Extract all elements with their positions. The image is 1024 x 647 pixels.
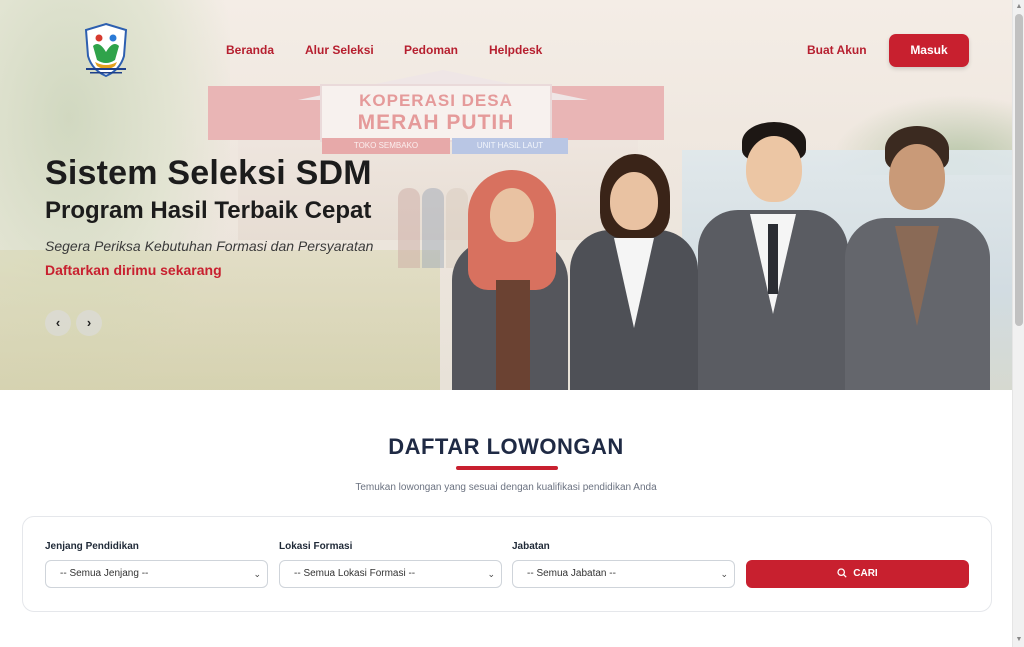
nav-helpdesk[interactable]: Helpdesk: [489, 43, 542, 57]
hero-title: Sistem Seleksi SDM: [45, 154, 372, 192]
carousel-prev-button[interactable]: ‹: [45, 310, 71, 336]
location-select[interactable]: -- Semua Lokasi Formasi -- ⌄: [279, 560, 502, 588]
position-label: Jabatan: [512, 541, 550, 552]
hero-banner: KOPERASI DESA MERAH PUTIH TOKO SEMBAKO U…: [0, 0, 1012, 390]
store-sub-sign-1: TOKO SEMBAKO: [322, 138, 450, 154]
chevron-right-icon: ›: [86, 315, 92, 330]
store-sign-line1: KOPERASI DESA: [359, 91, 513, 110]
main-nav: Beranda Alur Seleksi Pedoman Helpdesk Bu…: [0, 43, 1012, 59]
search-button[interactable]: CARI: [746, 560, 969, 588]
location-label: Lokasi Formasi: [279, 541, 353, 552]
section-title: DAFTAR LOWONGAN: [388, 434, 624, 459]
hero-cta-link[interactable]: Daftarkan dirimu sekarang: [45, 262, 222, 278]
signup-link[interactable]: Buat Akun: [807, 43, 867, 57]
position-select[interactable]: -- Semua Jabatan -- ⌄: [512, 560, 735, 588]
nav-beranda[interactable]: Beranda: [226, 43, 274, 57]
education-select-value: -- Semua Jenjang --: [60, 568, 149, 579]
scroll-up-icon[interactable]: ▲: [1015, 2, 1023, 12]
hero-description: Segera Periksa Kebutuhan Formasi dan Per…: [45, 238, 374, 254]
chevron-down-icon: ⌄: [720, 569, 728, 579]
search-button-label: CARI: [853, 568, 878, 579]
hero-subtitle: Program Hasil Terbaik Cepat: [45, 197, 372, 224]
carousel-next-button[interactable]: ›: [76, 310, 102, 336]
person-illustration: [570, 154, 698, 390]
chevron-left-icon: ‹: [55, 315, 61, 330]
search-icon: [837, 568, 847, 579]
person-illustration: [450, 130, 570, 390]
education-label: Jenjang Pendidikan: [45, 541, 139, 552]
education-select[interactable]: -- Semua Jenjang -- ⌄: [45, 560, 268, 588]
section-description: Temukan lowongan yang sesuai dengan kual…: [355, 482, 657, 493]
person-illustration: [698, 122, 848, 390]
scrollbar-thumb[interactable]: [1015, 14, 1023, 326]
nav-alur-seleksi[interactable]: Alur Seleksi: [305, 43, 374, 57]
position-select-value: -- Semua Jabatan --: [527, 568, 616, 579]
page-scrollbar[interactable]: ▲ ▼: [1012, 0, 1024, 647]
login-button[interactable]: Masuk: [889, 34, 969, 67]
chevron-down-icon: ⌄: [253, 569, 261, 579]
hero-people-illustration: [440, 118, 1000, 390]
person-illustration: [845, 126, 990, 390]
scroll-down-icon[interactable]: ▼: [1015, 635, 1023, 645]
location-select-value: -- Semua Lokasi Formasi --: [294, 568, 416, 579]
nav-pedoman[interactable]: Pedoman: [404, 43, 458, 57]
section-title-underline: [456, 466, 558, 470]
chevron-down-icon: ⌄: [487, 569, 495, 579]
